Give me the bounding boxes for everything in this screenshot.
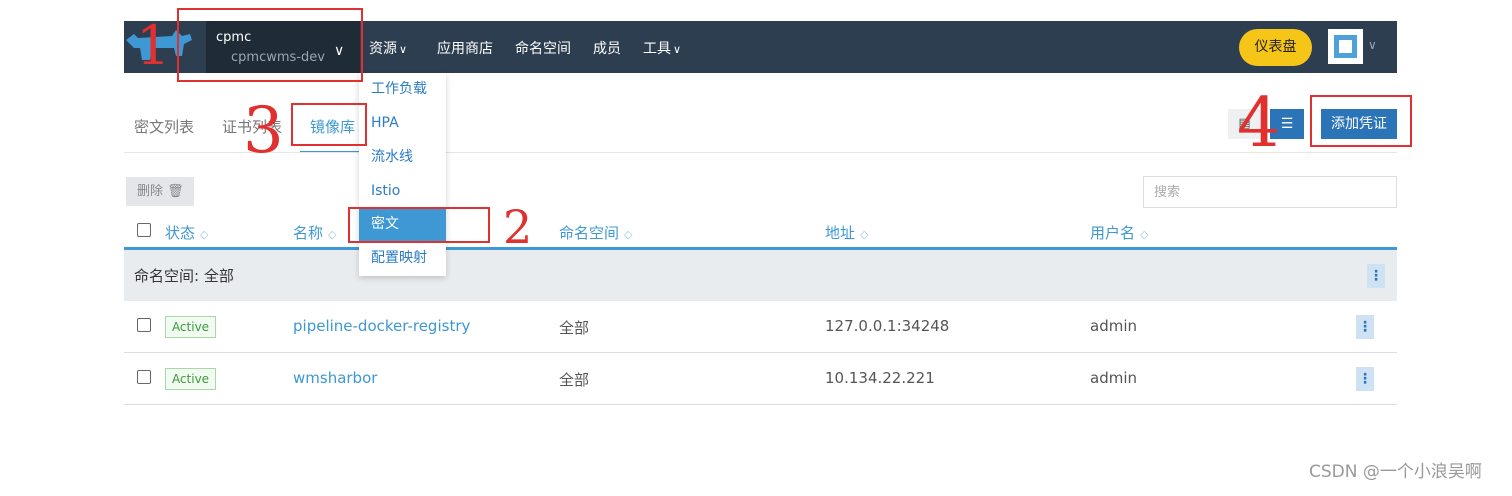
dashboard-button[interactable]: 仪表盘 [1239,29,1312,66]
nav-members[interactable]: 成员 [593,38,621,58]
annotation-number-2: 2 [503,200,533,254]
table-row: Active wmsharbor 全部 10.134.22.221 admin … [124,353,1397,405]
table-row: Active pipeline-docker-registry 全部 127.0… [124,301,1397,353]
sort-icon: ◇ [624,228,633,241]
row-checkbox[interactable] [137,318,151,332]
row-checkbox[interactable] [137,370,151,384]
user-avatar[interactable] [1328,29,1363,64]
nav-app-store[interactable]: 应用商店 [437,38,493,58]
chevron-down-icon[interactable]: ∨ [1368,38,1377,52]
menu-item-config-maps[interactable]: 配置映射 [359,242,446,275]
chevron-down-icon: ∨ [673,43,682,56]
column-header-username[interactable]: 用户名 ◇ [1090,222,1148,243]
namespace-cell: 全部 [559,319,590,337]
status-badge: Active [165,316,216,338]
status-badge: Active [165,368,216,390]
group-label: 命名空间: 全部 [134,267,234,285]
watermark: CSDN @一个小浪吴啊 [1309,462,1482,482]
nav-resources[interactable]: 资源 ∨ [369,38,407,58]
registry-name-link[interactable]: pipeline-docker-registry [293,317,470,335]
address-cell: 10.134.22.221 [825,369,935,387]
menu-item-pipelines[interactable]: 流水线 [359,141,446,174]
search-input[interactable] [1143,176,1397,208]
annotation-number-4: 4 [1237,84,1281,163]
annotation-number-1: 1 [136,14,171,77]
annotation-box-cluster [177,8,363,82]
sort-icon: ◇ [1140,228,1149,241]
column-header-name[interactable]: 名称 ◇ [293,222,336,243]
column-header-namespace[interactable]: 命名空间 ◇ [559,222,632,243]
username-cell: admin [1090,317,1137,335]
tabs-divider [124,152,1397,153]
annotation-box-secrets [348,207,490,243]
delete-button[interactable]: 删除 🗑 [126,177,194,206]
list-icon: ☰ [1280,116,1294,132]
address-cell: 127.0.0.1:34248 [825,317,950,335]
registry-name-link[interactable]: wmsharbor [293,369,377,387]
annotation-box-registries [291,103,367,146]
menu-item-workloads[interactable]: 工作负载 [359,73,446,106]
namespace-group-row: 命名空间: 全部 ⋮ [124,250,1397,301]
trash-icon: 🗑 [167,184,184,199]
chevron-down-icon: ∨ [399,43,408,56]
menu-item-istio[interactable]: Istio [359,175,446,208]
tab-secrets[interactable]: 密文列表 [134,116,194,137]
annotation-number-3: 3 [243,94,284,168]
annotation-box-add [1310,95,1412,147]
menu-item-hpa[interactable]: HPA [359,107,446,140]
sort-icon: ◇ [860,228,869,241]
column-header-address[interactable]: 地址 ◇ [825,222,868,243]
resources-dropdown-menu: 工作负载 HPA 流水线 Istio 密文 配置映射 [359,73,446,276]
nav-tools[interactable]: 工具 ∨ [643,38,681,58]
sort-icon: ◇ [200,228,209,241]
column-header-status[interactable]: 状态 ◇ [165,222,208,243]
namespace-cell: 全部 [559,371,590,389]
row-actions-kebab-icon[interactable]: ⋮ [1356,315,1374,339]
select-all-checkbox[interactable] [137,223,151,237]
username-cell: admin [1090,369,1137,387]
row-actions-kebab-icon[interactable]: ⋮ [1356,367,1374,391]
sort-icon: ◇ [328,228,337,241]
group-actions-kebab-icon[interactable]: ⋮ [1367,264,1385,288]
nav-namespaces[interactable]: 命名空间 [515,38,571,58]
